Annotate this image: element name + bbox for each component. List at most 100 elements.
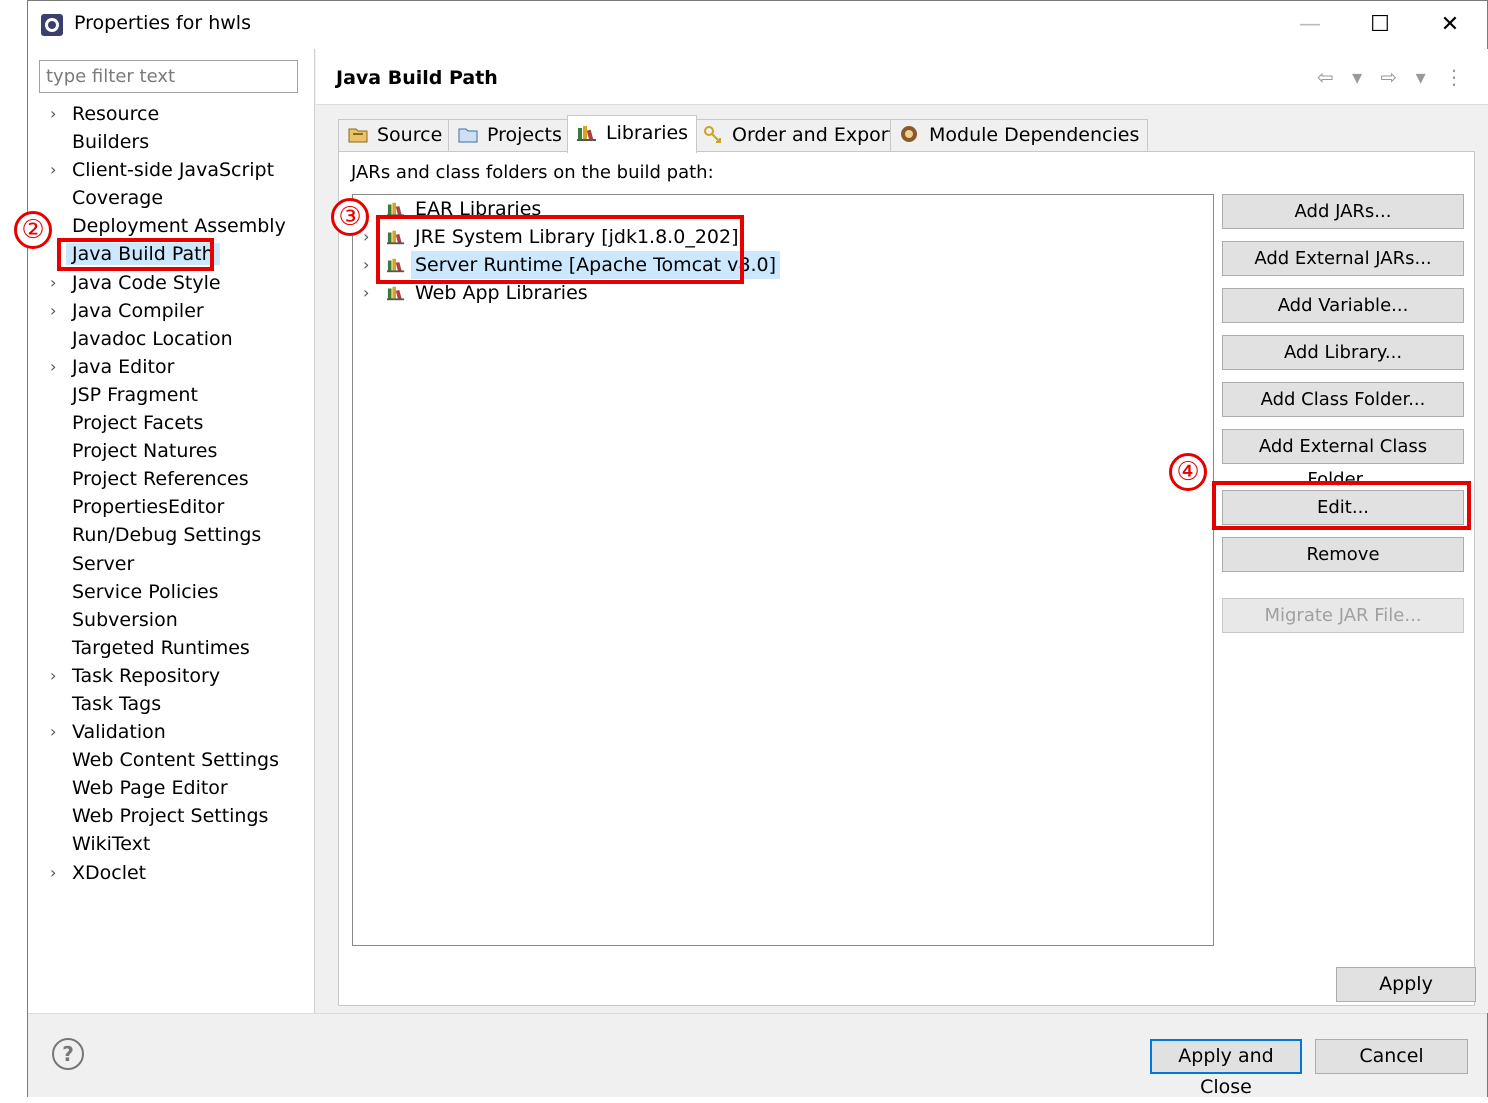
nav-item-label: Task Repository	[72, 664, 221, 687]
nav-item-label: Targeted Runtimes	[72, 636, 250, 659]
tab-label: Libraries	[606, 122, 689, 144]
window-title: Properties for hwls	[74, 12, 251, 34]
chevron-right-icon[interactable]: ›	[50, 718, 56, 746]
tab-source[interactable]: Source	[338, 119, 452, 152]
help-icon[interactable]: ?	[52, 1038, 84, 1070]
nav-item-label: Builders	[72, 131, 150, 154]
tab-projects[interactable]: Projects	[448, 119, 571, 152]
nav-item[interactable]: Run/Debug Settings	[28, 521, 315, 549]
nav-item[interactable]: Java Build Path	[28, 240, 315, 268]
edit-button[interactable]: Edit...	[1222, 490, 1464, 525]
libraries-tree[interactable]: EAR Libraries › JRE System Library [jdk1.8…	[352, 194, 1214, 946]
nav-item-label: Validation	[72, 721, 166, 744]
nav-item[interactable]: Task Tags	[28, 690, 315, 718]
nav-item[interactable]: Server	[28, 550, 315, 578]
nav-item-label: Service Policies	[72, 580, 219, 603]
migrate-jar-file-button: Migrate JAR File...	[1222, 598, 1464, 633]
nav-item-label: JSP Fragment	[72, 383, 198, 406]
add-external-jars-button[interactable]: Add External JARs...	[1222, 241, 1464, 276]
tab-label: Order and Export	[732, 124, 897, 146]
add-library-button[interactable]: Add Library...	[1222, 335, 1464, 370]
nav-item[interactable]: Service Policies	[28, 578, 315, 606]
filter-input[interactable]	[39, 60, 298, 93]
nav-item-label: Project References	[72, 468, 249, 491]
chevron-right-icon[interactable]: ›	[50, 297, 56, 325]
chevron-right-icon[interactable]: ›	[50, 100, 56, 128]
libraries-icon	[577, 126, 596, 141]
nav-item[interactable]: Web Project Settings	[28, 802, 315, 830]
add-jars-button[interactable]: Add JARs...	[1222, 194, 1464, 229]
add-variable-button[interactable]: Add Variable...	[1222, 288, 1464, 323]
library-label: EAR Libraries	[415, 198, 542, 220]
nav-item-label: Java Compiler	[72, 299, 204, 322]
nav-item-label: PropertiesEditor	[72, 496, 225, 519]
title-bar: Properties for hwls — ☐ ✕	[28, 1, 1487, 49]
nav-item[interactable]: › XDoclet	[28, 859, 315, 887]
nav-item-label: Deployment Assembly	[72, 215, 286, 238]
close-button[interactable]: ✕	[1430, 9, 1470, 41]
nav-item[interactable]: JSP Fragment	[28, 381, 315, 409]
library-tree-row[interactable]: › Web App Libraries	[353, 279, 1213, 307]
nav-item[interactable]: Web Page Editor	[28, 774, 315, 802]
library-tree-row[interactable]: › Server Runtime [Apache Tomcat v8.0]	[353, 251, 1213, 279]
chevron-right-icon[interactable]: ›	[363, 279, 369, 307]
nav-item[interactable]: Project References	[28, 465, 315, 493]
annotation-number-2: ②	[14, 211, 52, 249]
nav-item-label: Java Editor	[72, 355, 175, 378]
nav-item-label: Subversion	[72, 608, 178, 631]
nav-item[interactable]: Builders	[28, 128, 315, 156]
nav-item[interactable]: › Java Code Style	[28, 269, 315, 297]
nav-item-label: WikiText	[72, 833, 151, 856]
nav-item[interactable]: › Client-side JavaScript	[28, 156, 315, 184]
nav-item[interactable]: › Resource	[28, 100, 315, 128]
nav-item-label: Java Code Style	[72, 271, 221, 294]
nav-item[interactable]: Coverage	[28, 184, 315, 212]
nav-item-label: Resource	[72, 103, 160, 125]
source-folder-icon	[348, 128, 368, 143]
nav-item[interactable]: Web Content Settings	[28, 746, 315, 774]
nav-item[interactable]: › Task Repository	[28, 662, 315, 690]
chevron-right-icon[interactable]: ›	[363, 251, 369, 279]
nav-item-label: Run/Debug Settings	[72, 524, 262, 547]
minimize-button[interactable]: —	[1290, 9, 1330, 41]
nav-item-label: Web Project Settings	[72, 805, 269, 828]
tab-libraries[interactable]: Libraries	[567, 115, 698, 153]
nav-item[interactable]: WikiText	[28, 830, 315, 858]
nav-item[interactable]: PropertiesEditor	[28, 493, 315, 521]
chevron-right-icon[interactable]: ›	[50, 156, 56, 184]
apply-button[interactable]: Apply	[1336, 967, 1476, 1002]
nav-item[interactable]: › Java Editor	[28, 353, 315, 381]
nav-item-label: Java Build Path	[66, 243, 220, 266]
tab-module-dependencies[interactable]: Module Dependencies	[890, 119, 1149, 152]
nav-item[interactable]: Deployment Assembly	[28, 212, 315, 240]
tab-order-and-export[interactable]: Order and Export	[693, 119, 906, 152]
library-tree-row[interactable]: › JRE System Library [jdk1.8.0_202]	[353, 223, 1213, 251]
annotation-number-4: ④	[1169, 453, 1207, 491]
chevron-right-icon[interactable]: ›	[50, 353, 56, 381]
nav-item[interactable]: › Validation	[28, 718, 315, 746]
tab-label: Module Dependencies	[929, 124, 1140, 146]
nav-item[interactable]: › Java Compiler	[28, 297, 315, 325]
nav-item-label: Project Facets	[72, 412, 204, 435]
library-icon	[387, 230, 405, 245]
cancel-button[interactable]: Cancel	[1315, 1039, 1468, 1074]
nav-item[interactable]: Javadoc Location	[28, 325, 315, 353]
nav-item[interactable]: Targeted Runtimes	[28, 634, 315, 662]
nav-item[interactable]: Subversion	[28, 606, 315, 634]
chevron-right-icon[interactable]: ›	[50, 662, 56, 690]
add-external-class-folder-button[interactable]: Add External Class Folder...	[1222, 429, 1464, 490]
chevron-right-icon[interactable]: ›	[50, 269, 56, 297]
library-icon	[387, 258, 405, 273]
remove-button[interactable]: Remove	[1222, 537, 1464, 572]
apply-and-close-button[interactable]: Apply and Close	[1150, 1039, 1302, 1098]
libraries-tab-content: JARs and class folders on the build path…	[338, 151, 1475, 1006]
projects-icon	[458, 128, 478, 143]
nav-item[interactable]: Project Facets	[28, 409, 315, 437]
annotation-number-3: ③	[331, 198, 369, 236]
chevron-right-icon[interactable]: ›	[50, 859, 56, 887]
library-tree-row[interactable]: EAR Libraries	[353, 195, 1213, 223]
nav-item[interactable]: Project Natures	[28, 437, 315, 465]
maximize-button[interactable]: ☐	[1360, 9, 1400, 41]
back-forward-menu-icons[interactable]: ⇦ ▾ ⇨ ▾ ⋮	[1317, 65, 1470, 89]
add-class-folder-button[interactable]: Add Class Folder...	[1222, 382, 1464, 417]
